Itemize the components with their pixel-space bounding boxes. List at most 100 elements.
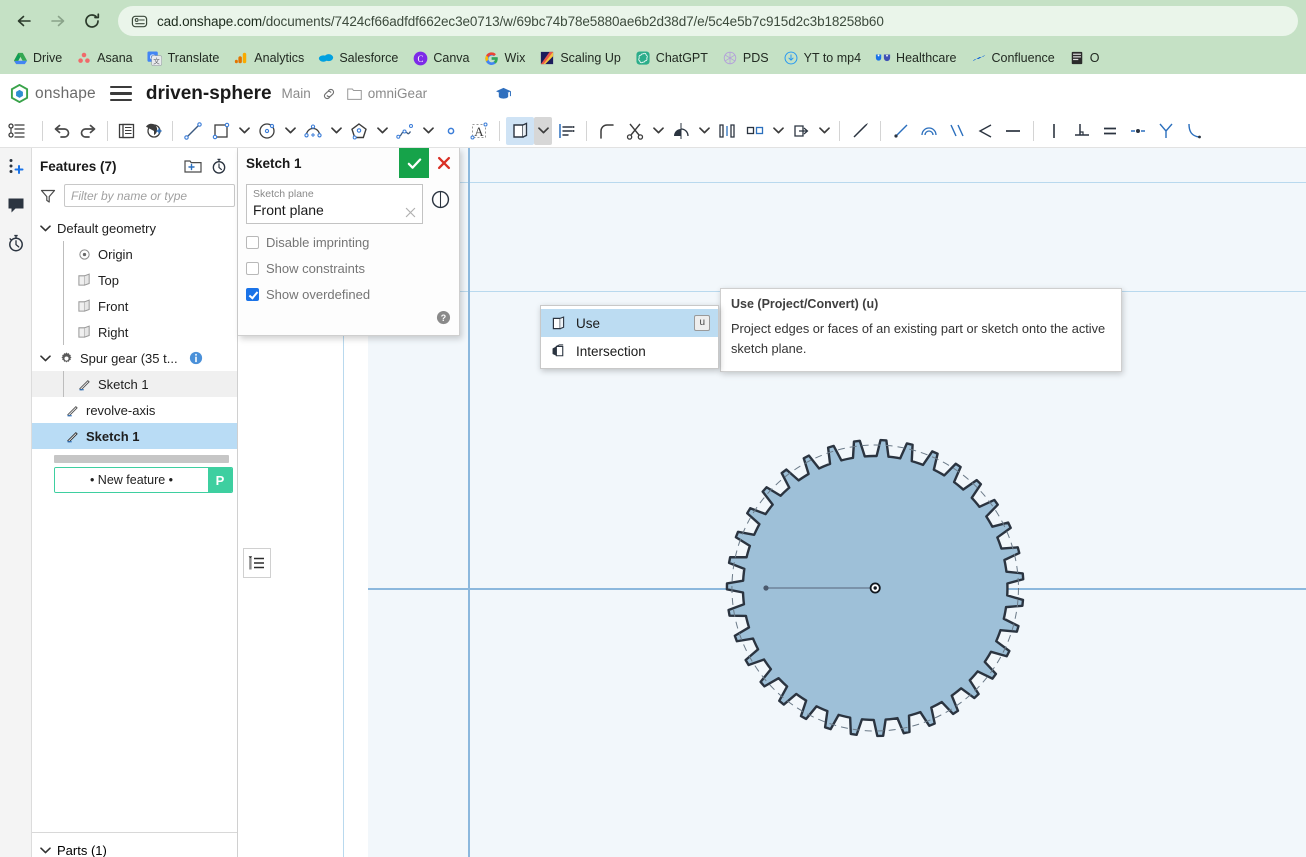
chevron-down-icon[interactable] bbox=[38, 354, 52, 363]
copy-button[interactable] bbox=[114, 117, 140, 145]
bookmark-drive[interactable]: Drive bbox=[6, 47, 68, 69]
use-projection-tool[interactable] bbox=[506, 116, 534, 145]
paste-button[interactable] bbox=[140, 117, 166, 145]
add-folder-icon[interactable] bbox=[183, 156, 203, 176]
insert-feature-icon[interactable] bbox=[5, 156, 27, 178]
clear-plane-icon[interactable] bbox=[405, 207, 416, 218]
document-title[interactable]: driven-sphere bbox=[146, 83, 272, 105]
document-folder[interactable]: omniGear bbox=[347, 86, 427, 101]
help-icon[interactable]: ? bbox=[246, 310, 451, 325]
linear-pattern-tool[interactable] bbox=[713, 117, 741, 145]
rectangle-tool[interactable] bbox=[207, 117, 235, 145]
mirror-tool[interactable] bbox=[667, 117, 695, 145]
checkbox-show-overdefined[interactable]: Show overdefined bbox=[246, 287, 451, 302]
tree-item-sketch-1-selected[interactable]: Sketch 1 bbox=[32, 423, 237, 449]
construction-tool[interactable] bbox=[846, 117, 874, 145]
rectangular-pattern-tool-caret[interactable] bbox=[769, 117, 787, 145]
offset-tool[interactable] bbox=[552, 117, 580, 145]
polygon-tool-caret[interactable] bbox=[373, 117, 391, 145]
fillet-tool[interactable] bbox=[593, 117, 621, 145]
checkbox-box[interactable] bbox=[246, 236, 259, 249]
spline-tool[interactable] bbox=[391, 117, 419, 145]
dropdown-item-use[interactable]: Use u bbox=[541, 309, 718, 337]
new-feature-badge[interactable]: P bbox=[208, 468, 232, 492]
chevron-down-icon[interactable] bbox=[38, 846, 52, 855]
mirror-tool-caret[interactable] bbox=[695, 117, 713, 145]
text-tool[interactable]: A bbox=[465, 117, 493, 145]
tree-item-revolve-axis[interactable]: revolve-axis bbox=[32, 397, 237, 423]
graduation-cap-icon[interactable] bbox=[495, 86, 512, 101]
tree-item-sketch-1-child[interactable]: Sketch 1 bbox=[32, 371, 237, 397]
browser-back-button[interactable] bbox=[8, 5, 40, 37]
tree-item-right-plane[interactable]: Right bbox=[32, 319, 237, 345]
onshape-logo[interactable]: onshape bbox=[10, 84, 96, 103]
checkbox-box[interactable] bbox=[246, 288, 259, 301]
sketch-entities-list-button[interactable] bbox=[243, 548, 271, 578]
link-icon[interactable] bbox=[321, 86, 337, 102]
feature-tree-toggle[interactable] bbox=[4, 117, 30, 145]
info-badge[interactable] bbox=[187, 349, 205, 367]
checkbox-disable-imprinting[interactable]: Disable imprinting bbox=[246, 235, 451, 250]
bookmark-chatgpt[interactable]: ChatGPT bbox=[629, 47, 714, 69]
site-info-icon[interactable] bbox=[130, 12, 148, 30]
funnel-icon[interactable] bbox=[40, 188, 56, 204]
tree-item-spur-gear[interactable]: Spur gear (35 t... bbox=[32, 345, 237, 371]
point-tool[interactable] bbox=[437, 117, 465, 145]
address-bar[interactable]: cad.onshape.com/documents/7424cf66adfdf6… bbox=[118, 6, 1298, 36]
transform-tool[interactable] bbox=[787, 117, 815, 145]
bookmark-translate[interactable]: G文 Translate bbox=[141, 47, 226, 69]
comment-icon[interactable] bbox=[5, 194, 27, 216]
rectangular-pattern-tool[interactable] bbox=[741, 117, 769, 145]
tree-item-default-geometry[interactable]: Default geometry bbox=[32, 215, 237, 241]
arc-tool[interactable] bbox=[299, 117, 327, 145]
search-input[interactable] bbox=[64, 184, 235, 207]
arc-tool-caret[interactable] bbox=[327, 117, 345, 145]
curvature-constraint[interactable] bbox=[1180, 117, 1208, 145]
trim-tool[interactable] bbox=[621, 117, 649, 145]
document-menu-button[interactable] bbox=[109, 85, 132, 103]
bookmark-canva[interactable]: C Canva bbox=[406, 47, 475, 69]
rectangle-tool-caret[interactable] bbox=[235, 117, 253, 145]
checkbox-box[interactable] bbox=[246, 262, 259, 275]
bookmark-asana[interactable]: Asana bbox=[70, 47, 138, 69]
tree-item-front-plane[interactable]: Front bbox=[32, 293, 237, 319]
browser-reload-button[interactable] bbox=[76, 5, 108, 37]
rollback-bar[interactable] bbox=[54, 455, 229, 463]
confirm-button[interactable] bbox=[399, 148, 429, 178]
bookmark-pds[interactable]: PDS bbox=[716, 47, 775, 69]
stopwatch-icon[interactable] bbox=[209, 156, 229, 176]
bookmark-wix[interactable]: Wix bbox=[478, 47, 532, 69]
bookmark-salesforce[interactable]: Salesforce bbox=[312, 47, 404, 69]
vertical-constraint[interactable] bbox=[1040, 117, 1068, 145]
perpendicular-constraint[interactable] bbox=[1068, 117, 1096, 145]
cancel-button[interactable] bbox=[429, 148, 459, 178]
history-icon[interactable] bbox=[5, 232, 27, 254]
spline-tool-caret[interactable] bbox=[419, 117, 437, 145]
undo-button[interactable] bbox=[49, 117, 75, 145]
transform-tool-caret[interactable] bbox=[815, 117, 833, 145]
trim-tool-caret[interactable] bbox=[649, 117, 667, 145]
tangent-constraint[interactable] bbox=[971, 117, 999, 145]
tree-item-top-plane[interactable]: Top bbox=[32, 267, 237, 293]
circle-tool[interactable] bbox=[253, 117, 281, 145]
horizontal-constraint[interactable] bbox=[999, 117, 1027, 145]
equal-constraint[interactable] bbox=[1096, 117, 1124, 145]
browser-forward-button[interactable] bbox=[42, 5, 74, 37]
circle-tool-caret[interactable] bbox=[281, 117, 299, 145]
concentric-constraint[interactable] bbox=[915, 117, 943, 145]
coincident-constraint[interactable] bbox=[887, 117, 915, 145]
bookmark-scaling-up[interactable]: Scaling Up bbox=[533, 47, 626, 69]
parts-header[interactable]: Parts (1) bbox=[32, 837, 237, 857]
bookmark-yt-to-mp4[interactable]: YT to mp4 bbox=[777, 47, 867, 69]
redo-button[interactable] bbox=[75, 117, 101, 145]
new-feature-button[interactable]: • New feature • P bbox=[54, 467, 233, 493]
bookmark-healthcare[interactable]: Healthcare bbox=[869, 47, 962, 69]
chevron-down-icon[interactable] bbox=[38, 224, 52, 233]
document-branch[interactable]: Main bbox=[282, 86, 311, 101]
plane-select-icon[interactable] bbox=[429, 188, 451, 210]
sketch-plane-field[interactable]: Sketch plane Front plane bbox=[246, 184, 423, 224]
use-projection-tool-caret[interactable] bbox=[534, 116, 552, 145]
dropdown-item-intersection[interactable]: Intersection bbox=[541, 337, 718, 365]
polygon-tool[interactable] bbox=[345, 117, 373, 145]
midpoint-constraint[interactable] bbox=[1124, 117, 1152, 145]
